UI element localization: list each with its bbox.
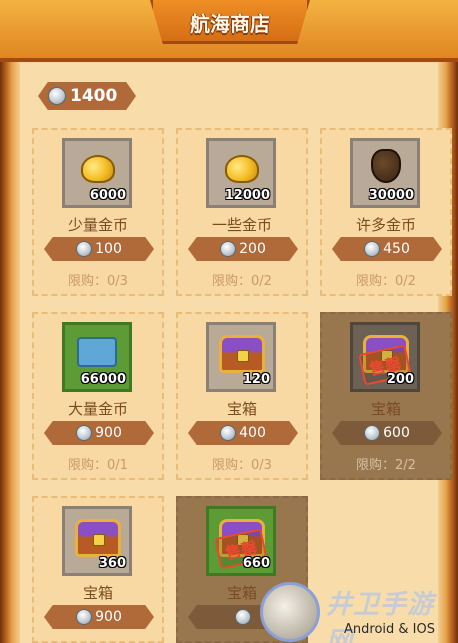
item-icon-box: 售罄 200 bbox=[350, 322, 420, 392]
buy-button[interactable]: 100 bbox=[44, 237, 154, 261]
purchase-limit: 限购：0/2 bbox=[212, 274, 272, 289]
item-quantity: 12000 bbox=[224, 188, 270, 203]
item-name: 宝箱 bbox=[370, 400, 401, 418]
shop-title: 航海商店 bbox=[190, 12, 270, 36]
buy-button[interactable]: 900 bbox=[44, 605, 154, 629]
purchase-limit: 限购：2/2 bbox=[356, 458, 416, 473]
silver-coin-icon bbox=[235, 609, 251, 625]
item-price: 600 bbox=[383, 425, 410, 441]
buy-button[interactable]: 400 bbox=[188, 421, 298, 445]
item-name: 少量金币 bbox=[67, 216, 128, 234]
purchase-limit: 限购：0/3 bbox=[68, 274, 128, 289]
item-name: 宝箱 bbox=[82, 584, 113, 602]
silver-coin-icon bbox=[220, 425, 237, 441]
item-icon-box: 售罄 660 bbox=[206, 506, 276, 576]
currency-display: 1400 bbox=[38, 82, 136, 110]
shop-item-some-gold[interactable]: 12000 一些金币 200 限购：0/2 bbox=[176, 128, 308, 296]
item-quantity: 660 bbox=[242, 556, 270, 571]
item-quantity: 120 bbox=[242, 372, 270, 387]
item-icon-box: 120 bbox=[206, 322, 276, 392]
purchase-limit: 限购：0/3 bbox=[212, 458, 272, 473]
buy-button[interactable]: 900 bbox=[44, 421, 154, 445]
item-price: 200 bbox=[239, 241, 266, 257]
item-quantity: 6000 bbox=[89, 188, 126, 203]
item-price: 400 bbox=[239, 425, 266, 441]
chest-icon bbox=[75, 519, 121, 557]
item-quantity: 66000 bbox=[80, 372, 126, 387]
item-icon-box: 66000 bbox=[62, 322, 132, 392]
silver-coin-icon bbox=[76, 241, 93, 257]
item-icon-box: 360 bbox=[62, 506, 132, 576]
item-name: 宝箱 bbox=[226, 400, 257, 418]
buy-button-disabled: 600 bbox=[332, 421, 442, 445]
gold-coins-icon bbox=[225, 155, 259, 183]
shop-item-large-gold[interactable]: 66000 大量金币 900 限购：0/1 bbox=[32, 312, 164, 480]
gold-bag-icon bbox=[371, 149, 401, 183]
item-price: 900 bbox=[95, 609, 122, 625]
chest-icon bbox=[219, 335, 265, 373]
watermark-logo-icon bbox=[260, 582, 320, 642]
silver-coin-icon bbox=[76, 425, 93, 441]
buy-button[interactable]: 200 bbox=[188, 237, 298, 261]
shop-item-many-gold[interactable]: 30000 许多金币 450 限购：0/2 bbox=[320, 128, 452, 296]
watermark-subtitle: Android & IOS bbox=[344, 622, 435, 637]
purchase-limit: 限购：0/2 bbox=[356, 274, 416, 289]
currency-amount: 1400 bbox=[70, 86, 118, 106]
item-quantity: 360 bbox=[98, 556, 126, 571]
silver-coin-icon bbox=[76, 609, 93, 625]
silver-coin-icon bbox=[364, 425, 381, 441]
silver-coin-icon bbox=[48, 87, 66, 105]
shop-item-small-gold[interactable]: 6000 少量金币 100 限购：0/3 bbox=[32, 128, 164, 296]
shop-item-chest-200: 售罄 200 宝箱 600 限购：2/2 bbox=[320, 312, 452, 480]
item-icon-box: 30000 bbox=[350, 138, 420, 208]
item-price: 100 bbox=[95, 241, 122, 257]
item-price: 450 bbox=[383, 241, 410, 257]
shop-item-chest-120[interactable]: 120 宝箱 400 限购：0/3 bbox=[176, 312, 308, 480]
silver-coin-icon bbox=[364, 241, 381, 257]
gold-pile-icon bbox=[77, 337, 117, 367]
item-name: 大量金币 bbox=[67, 400, 128, 418]
item-price: 900 bbox=[95, 425, 122, 441]
silver-coin-icon bbox=[220, 241, 237, 257]
item-quantity: 200 bbox=[386, 372, 414, 387]
gold-coins-icon bbox=[81, 155, 115, 183]
item-name: 许多金币 bbox=[355, 216, 416, 234]
shop-item-chest-360[interactable]: 360 宝箱 900 bbox=[32, 496, 164, 643]
item-icon-box: 6000 bbox=[62, 138, 132, 208]
item-quantity: 30000 bbox=[368, 188, 414, 203]
buy-button[interactable]: 450 bbox=[332, 237, 442, 261]
item-icon-box: 12000 bbox=[206, 138, 276, 208]
purchase-limit: 限购：0/1 bbox=[68, 458, 128, 473]
item-name: 一些金币 bbox=[211, 216, 272, 234]
